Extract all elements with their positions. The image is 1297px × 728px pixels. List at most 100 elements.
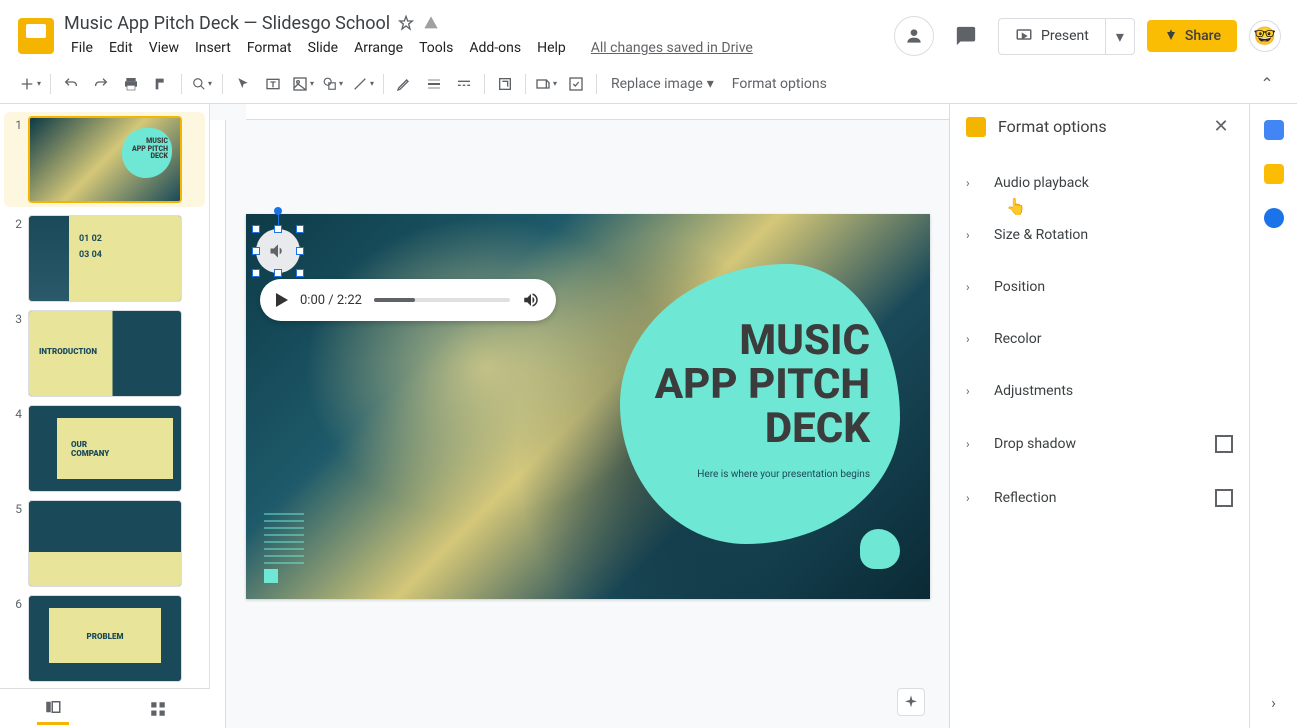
- chevron-right-icon: ›: [966, 491, 978, 505]
- section-position[interactable]: › Position: [950, 261, 1249, 313]
- chevron-right-icon: ›: [966, 332, 978, 346]
- format-panel-title: Format options: [998, 117, 1197, 136]
- section-reflection[interactable]: › Reflection: [950, 471, 1249, 525]
- toolbar-collapse-icon[interactable]: ⌃: [1253, 70, 1281, 98]
- slide-canvas[interactable]: MUSIC APP PITCH DECK Here is where your …: [246, 214, 930, 599]
- slide-thumb-3[interactable]: 3 INTRODUCTION: [4, 310, 205, 397]
- shape-tool[interactable]: [319, 70, 347, 98]
- chevron-right-icon: ›: [966, 280, 978, 294]
- ruler-vertical: [210, 120, 226, 728]
- undo-button[interactable]: [57, 70, 85, 98]
- section-adjustments[interactable]: › Adjustments: [950, 365, 1249, 417]
- slide-thumb-4[interactable]: 4 OURCOMPANY: [4, 405, 205, 492]
- audio-player: 0:00 / 2:22: [260, 279, 556, 321]
- present-button[interactable]: Present: [999, 19, 1105, 53]
- view-bar: [0, 688, 210, 728]
- toolbar: Replace image ▾ Format options ⌃: [0, 64, 1297, 104]
- menu-slide[interactable]: Slide: [301, 36, 345, 60]
- slide-title[interactable]: MUSIC APP PITCH DECK: [655, 319, 870, 451]
- mask-button[interactable]: [532, 70, 560, 98]
- menu-insert[interactable]: Insert: [188, 36, 238, 60]
- resize-handle[interactable]: [252, 247, 260, 255]
- section-audio-playback[interactable]: › Audio playback 👆: [950, 157, 1249, 209]
- audio-progress[interactable]: [374, 298, 510, 302]
- line-tool[interactable]: [349, 70, 377, 98]
- menu-arrange[interactable]: Arrange: [347, 36, 410, 60]
- border-weight-button[interactable]: [420, 70, 448, 98]
- reset-image-button[interactable]: [562, 70, 590, 98]
- menu-format[interactable]: Format: [240, 36, 299, 60]
- reflection-checkbox[interactable]: [1215, 489, 1233, 507]
- section-size-rotation[interactable]: › Size & Rotation: [950, 209, 1249, 261]
- textbox-tool[interactable]: [259, 70, 287, 98]
- volume-icon[interactable]: [522, 291, 540, 309]
- share-button[interactable]: Share: [1147, 20, 1237, 52]
- redo-button[interactable]: [87, 70, 115, 98]
- section-drop-shadow[interactable]: › Drop shadow: [950, 417, 1249, 471]
- slides-logo[interactable]: [16, 16, 56, 56]
- menu-tools[interactable]: Tools: [412, 36, 460, 60]
- slide-thumb-1[interactable]: 1 MUSICAPP PITCHDECK: [4, 112, 205, 207]
- keep-icon[interactable]: [1264, 164, 1284, 184]
- replace-image-button[interactable]: Replace image ▾: [603, 72, 722, 96]
- slide-thumb-6[interactable]: 6 PROBLEM: [4, 595, 205, 682]
- chevron-right-icon: ›: [966, 384, 978, 398]
- save-status[interactable]: All changes saved in Drive: [591, 40, 753, 56]
- decorative-square: [264, 569, 278, 583]
- border-dash-button[interactable]: [450, 70, 478, 98]
- border-color-button[interactable]: [390, 70, 418, 98]
- slide-subtitle[interactable]: Here is where your presentation begins: [697, 469, 870, 480]
- paint-format-button[interactable]: [147, 70, 175, 98]
- ruler-horizontal: [246, 104, 949, 120]
- header: Music App Pitch Deck — Slidesgo School F…: [0, 0, 1297, 64]
- comments-icon[interactable]: [946, 16, 986, 56]
- filmstrip: 1 MUSICAPP PITCHDECK 2 01 0203 04 3 INTR…: [0, 104, 210, 728]
- speaker-icon: [256, 229, 300, 273]
- grid-view-button[interactable]: [142, 693, 174, 725]
- slide-thumb-5[interactable]: 5: [4, 500, 205, 587]
- play-button[interactable]: [276, 293, 288, 307]
- crop-button[interactable]: [491, 70, 519, 98]
- menu-help[interactable]: Help: [530, 36, 573, 60]
- menu-addons[interactable]: Add-ons: [462, 36, 528, 60]
- side-panel-toggle[interactable]: ›: [1271, 693, 1276, 712]
- rotation-handle[interactable]: [274, 207, 282, 215]
- account-avatar[interactable]: 🤓: [1249, 20, 1281, 52]
- print-button[interactable]: [117, 70, 145, 98]
- select-tool[interactable]: [229, 70, 257, 98]
- calendar-icon[interactable]: [1264, 120, 1284, 140]
- menu-view[interactable]: View: [142, 36, 186, 60]
- resize-handle[interactable]: [274, 225, 282, 233]
- zoom-button[interactable]: [188, 70, 216, 98]
- side-panel: ›: [1249, 104, 1297, 728]
- move-to-drive-icon[interactable]: [422, 15, 440, 31]
- slide-thumb-2[interactable]: 2 01 0203 04: [4, 215, 205, 302]
- format-options-button[interactable]: Format options: [724, 72, 835, 96]
- resize-handle[interactable]: [296, 269, 304, 277]
- canvas-area[interactable]: MUSIC APP PITCH DECK Here is where your …: [210, 104, 949, 728]
- new-slide-button[interactable]: [16, 70, 44, 98]
- present-dropdown[interactable]: ▾: [1105, 19, 1134, 54]
- filmstrip-view-button[interactable]: [37, 693, 69, 725]
- audio-object[interactable]: [256, 229, 300, 273]
- drop-shadow-checkbox[interactable]: [1215, 435, 1233, 453]
- resize-handle[interactable]: [252, 269, 260, 277]
- resize-handle[interactable]: [274, 269, 282, 277]
- activity-icon[interactable]: [894, 16, 934, 56]
- format-panel: Format options ✕ › Audio playback 👆 › Si…: [949, 104, 1249, 728]
- document-title[interactable]: Music App Pitch Deck — Slidesgo School: [64, 13, 390, 34]
- resize-handle[interactable]: [252, 225, 260, 233]
- close-panel-button[interactable]: ✕: [1209, 116, 1233, 137]
- chevron-right-icon: ›: [966, 228, 978, 242]
- image-tool[interactable]: [289, 70, 317, 98]
- decorative-blob-small: [860, 529, 900, 569]
- menu-edit[interactable]: Edit: [102, 36, 140, 60]
- menu-file[interactable]: File: [64, 36, 100, 60]
- star-icon[interactable]: [398, 15, 414, 31]
- resize-handle[interactable]: [296, 247, 304, 255]
- tasks-icon[interactable]: [1264, 208, 1284, 228]
- resize-handle[interactable]: [296, 225, 304, 233]
- section-recolor[interactable]: › Recolor: [950, 313, 1249, 365]
- main-area: 1 MUSICAPP PITCHDECK 2 01 0203 04 3 INTR…: [0, 104, 1297, 728]
- explore-button[interactable]: [897, 688, 925, 716]
